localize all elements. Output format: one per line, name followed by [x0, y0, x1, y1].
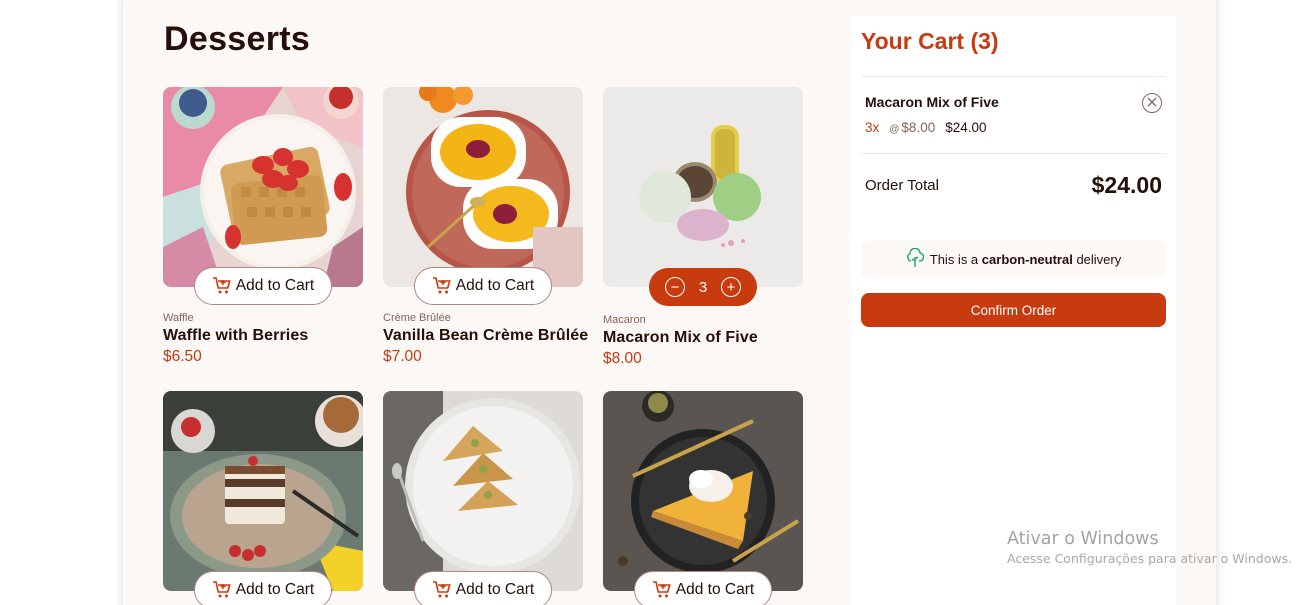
add-to-cart-button[interactable]: Add to Cart: [194, 571, 332, 605]
carbon-bold: carbon-neutral: [981, 251, 1073, 267]
product-image-tiramisu[interactable]: [163, 391, 363, 591]
carbon-suffix: delivery: [1076, 251, 1122, 267]
unit-price-value: $8.00: [901, 120, 936, 135]
product-name: Macaron Mix of Five: [603, 329, 758, 346]
cart-item-name: Macaron Mix of Five: [865, 94, 999, 110]
order-total-value: $24.00: [1091, 172, 1162, 198]
product-image-macaron[interactable]: [603, 87, 803, 287]
product-info: Waffle Waffle with Berries $6.50: [163, 312, 393, 366]
divider: [861, 76, 1166, 77]
product-info: Crème Brûlée Vanilla Bean Crème Brûlée $…: [383, 312, 613, 366]
windows-activation-watermark: Ativar o Windows Acesse Configurações pa…: [1007, 529, 1292, 566]
product-image-waffle[interactable]: [163, 87, 363, 287]
decrement-button[interactable]: −: [665, 277, 685, 297]
product-card-creme-brulee: Add to Cart Crème Brûlée Vanilla Bean Cr…: [383, 87, 588, 365]
product-category: Macaron: [603, 314, 646, 326]
carbon-text: This is a carbon-neutral delivery: [930, 252, 1121, 267]
add-to-cart-button[interactable]: Add to Cart: [414, 267, 552, 305]
add-cart-icon: [432, 581, 452, 599]
product-image-baklava[interactable]: [383, 391, 583, 591]
add-cart-icon: [432, 277, 452, 295]
add-cart-icon: [652, 581, 672, 599]
cart-item-quantity: 3x: [865, 120, 880, 135]
watermark-subtitle: Acesse Configurações para ativar o Windo…: [1007, 551, 1293, 566]
confirm-order-button[interactable]: Confirm Order: [861, 293, 1166, 327]
product-category: Crème Brûlée: [383, 312, 451, 324]
add-to-cart-button[interactable]: Add to Cart: [194, 267, 332, 305]
cart-item-unit-price: @ $8.00: [889, 120, 935, 135]
at-symbol: @: [889, 124, 900, 135]
carbon-prefix: This is a: [929, 251, 979, 267]
add-to-cart-label: Add to Cart: [235, 277, 315, 294]
remove-item-button[interactable]: [1142, 93, 1162, 113]
product-name: Vanilla Bean Crème Brûlée: [383, 327, 589, 344]
increment-button[interactable]: +: [721, 277, 741, 297]
add-to-cart-label: Add to Cart: [455, 277, 535, 294]
product-card-baklava: Add to Cart: [383, 391, 583, 605]
close-icon: [1147, 94, 1157, 112]
add-to-cart-label: Add to Cart: [455, 581, 535, 598]
quantity-value: 3: [698, 278, 708, 296]
add-to-cart-label: Add to Cart: [675, 581, 755, 598]
product-price: $6.50: [163, 348, 202, 365]
quantity-stepper[interactable]: − 3 +: [649, 268, 757, 306]
add-cart-icon: [212, 277, 232, 295]
page-title: Desserts: [164, 20, 311, 58]
order-total-label: Order Total: [865, 177, 939, 194]
cart-title: Your Cart (3): [861, 28, 999, 54]
divider: [861, 153, 1166, 154]
add-to-cart-button[interactable]: Add to Cart: [414, 571, 552, 605]
product-category: Waffle: [163, 312, 194, 324]
cart-item-total: $24.00: [945, 120, 987, 135]
product-info: Macaron Macaron Mix of Five $8.00: [603, 314, 833, 368]
product-price: $8.00: [603, 350, 642, 367]
product-image-pie[interactable]: [603, 391, 803, 591]
tree-icon: [906, 247, 924, 271]
add-cart-icon: [212, 581, 232, 599]
product-name: Waffle with Berries: [163, 327, 309, 344]
cart-item-details: 3x @ $8.00 $24.00: [865, 120, 987, 135]
product-image-creme-brulee[interactable]: [383, 87, 583, 287]
product-card-macaron: − 3 + Macaron Macaron Mix of Five $8.00: [603, 87, 803, 367]
add-to-cart-label: Add to Cart: [235, 581, 315, 598]
product-card-tiramisu: Add to Cart: [163, 391, 363, 605]
product-card-waffle: Add to Cart Waffle Waffle with Berries $…: [163, 87, 363, 365]
watermark-title: Ativar o Windows: [1007, 529, 1159, 549]
product-price: $7.00: [383, 348, 422, 365]
carbon-neutral-notice: This is a carbon-neutral delivery: [861, 241, 1166, 277]
cart-panel: Your Cart (3) Macaron Mix of Five 3x @ $8…: [851, 15, 1176, 605]
product-card-pie: Add to Cart: [603, 391, 803, 605]
add-to-cart-button[interactable]: Add to Cart: [634, 571, 772, 605]
